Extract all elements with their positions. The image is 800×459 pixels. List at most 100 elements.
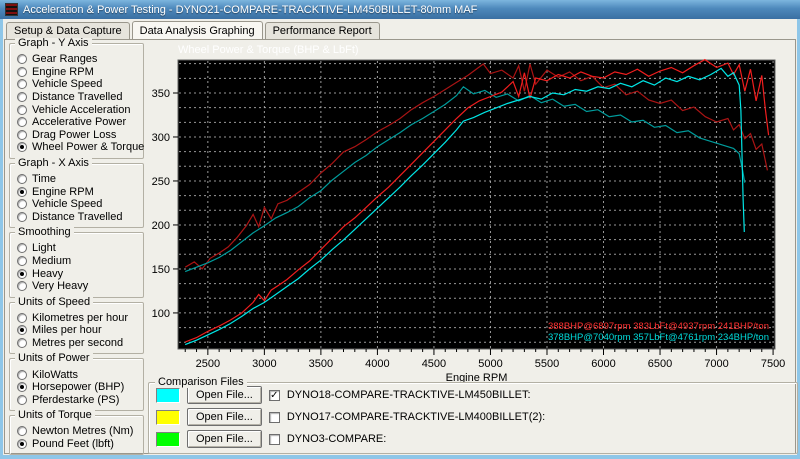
chart-title: Wheel Power & Torque (BHP & LbFt) [178,44,359,56]
trace-color-swatch [156,387,180,403]
radio-option-engine-rpm[interactable]: Engine RPM [17,66,140,79]
radio-option-time[interactable]: Time [17,173,140,186]
radio-icon[interactable] [17,129,27,140]
radio-label: Kilometres per hour [32,311,128,324]
radio-icon[interactable] [17,256,27,267]
radio-icon[interactable] [17,426,27,437]
radio-icon[interactable] [17,174,27,185]
graph-statistics-line-2: 378BHP@7040rpm 357LbFt@4761rpm 234BHP/to… [548,332,769,343]
radio-option-wheel-power-torque[interactable]: Wheel Power & Torque [17,141,144,154]
radio-option-drag-power-loss[interactable]: Drag Power Loss [17,129,140,142]
radio-option-miles-per-hour[interactable]: Miles per hour [17,324,140,337]
radio-icon[interactable] [17,281,27,292]
x-tick-label: 3500 [309,358,333,370]
radio-label: Distance Travelled [32,91,123,104]
radio-label: Vehicle Acceleration [32,103,131,116]
radio-option-light[interactable]: Light [17,242,140,255]
x-tick-label: 4000 [365,358,389,370]
radio-option-very-heavy[interactable]: Very Heavy [17,280,140,293]
radio-icon[interactable] [17,79,27,90]
comparison-checkbox-3[interactable] [268,433,280,445]
window-title: Acceleration & Power Testing - DYNO21-CO… [23,3,478,16]
comparison-files-title: Comparison Files [155,377,247,388]
radio-icon[interactable] [17,243,27,254]
x-tick-label: 3000 [252,358,276,370]
radio-label: Time [32,173,57,186]
comparison-file-label: DYNO18-COMPARE-TRACKTIVE-LM450BILLET: [286,389,531,401]
radio-label: Wheel Power & Torque [32,141,145,154]
radio-icon[interactable] [17,369,27,380]
radio-option-heavy[interactable]: Heavy [17,267,140,280]
radio-label: Gear Ranges [32,53,98,66]
x-tick-label: 4500 [422,358,446,370]
comparison-checkbox-1[interactable]: ✓ [268,389,280,401]
x-tick-label: 2500 [196,358,220,370]
radio-option-accelerative-power[interactable]: Accelerative Power [17,116,140,129]
radio-label: Engine RPM [32,185,94,198]
radio-option-gear-ranges[interactable]: Gear Ranges [17,53,140,66]
group-units-of-speed: Units of Speed Kilometres per hour Miles p… [9,296,144,355]
radio-icon[interactable] [17,117,27,128]
radio-icon[interactable] [17,142,27,153]
radio-icon[interactable] [17,268,27,279]
y-tick-label: 150 [152,264,170,276]
comparison-checkbox-2[interactable] [268,411,280,423]
radio-option-vehicle-speed[interactable]: Vehicle Speed [17,198,140,211]
plot-area [177,59,776,350]
radio-icon[interactable] [17,337,27,348]
radio-option-metres-per-second[interactable]: Metres per second [17,337,140,350]
comparison-row-2: Open File... DYNO17-COMPARE-TRACKTIVE-LM4… [156,407,797,427]
y-tick-label: 350 [152,88,170,100]
radio-icon[interactable] [17,186,27,197]
x-tick-label: 6500 [648,358,672,370]
group-title: Smoothing [15,227,74,239]
radio-option-vehicle-acceleration[interactable]: Vehicle Acceleration [17,103,140,116]
radio-option-newton-metres-nm[interactable]: Newton Metres (Nm) [17,425,140,438]
radio-icon[interactable] [17,211,27,222]
comparison-file-label: DYNO17-COMPARE-TRACKTIVE-LM400BILLET(2): [286,411,546,423]
radio-option-engine-rpm[interactable]: Engine RPM [17,185,140,198]
y-tick-label: 250 [152,176,170,188]
radio-icon[interactable] [17,325,27,336]
app-window: Acceleration & Power Testing - DYNO21-CO… [0,0,800,459]
open-file-button-2[interactable]: Open File... [187,408,262,426]
radio-icon[interactable] [17,92,27,103]
radio-label: KiloWatts [32,368,79,381]
open-file-button-1[interactable]: Open File... [187,386,262,404]
radio-option-vehicle-speed[interactable]: Vehicle Speed [17,78,140,91]
radio-option-pferdestarke-ps[interactable]: Pferdestarke (PS) [17,393,140,406]
tab-performance-report[interactable]: Performance Report [264,22,380,40]
radio-option-medium[interactable]: Medium [17,255,140,268]
group-title: Units of Torque [15,410,95,422]
radio-label: Medium [32,255,72,268]
trace-color-swatch [156,431,180,447]
radio-option-kilowatts[interactable]: KiloWatts [17,368,140,381]
comparison-files-group: Comparison Files Open File... ✓ DYNO18-COM… [148,377,798,454]
radio-option-distance-travelled[interactable]: Distance Travelled [17,91,140,104]
dyno-chart: Wheel Power & Torque (BHP & LbFt) 350 300 2… [152,44,786,382]
radio-label: Vehicle Speed [32,198,103,211]
radio-label: Vehicle Speed [32,78,103,91]
radio-label: Engine RPM [32,65,94,78]
radio-icon[interactable] [17,312,27,323]
radio-option-pound-feet-lbft[interactable]: Pound Feet (lbft) [17,438,140,451]
radio-icon[interactable] [17,382,27,393]
radio-icon[interactable] [17,438,27,449]
radio-label: Newton Metres (Nm) [32,425,134,438]
radio-label: Distance Travelled [32,210,123,223]
radio-icon[interactable] [17,394,27,405]
open-file-button-3[interactable]: Open File... [187,430,262,448]
radio-option-horsepower-bhp[interactable]: Horsepower (BHP) [17,381,140,394]
radio-option-distance-travelled[interactable]: Distance Travelled [17,211,140,224]
radio-icon[interactable] [17,199,27,210]
radio-label: Light [32,242,56,255]
radio-icon[interactable] [17,66,27,77]
title-bar[interactable]: Acceleration & Power Testing - DYNO21-CO… [0,0,800,19]
radio-icon[interactable] [17,54,27,65]
app-icon [5,3,18,16]
x-tick-label: 5000 [478,358,502,370]
tab-data-analysis-graphing[interactable]: Data Analysis Graphing [131,21,263,41]
radio-icon[interactable] [17,104,27,115]
radio-label: Very Heavy [32,280,89,293]
radio-option-kilometres-per-hour[interactable]: Kilometres per hour [17,312,140,325]
